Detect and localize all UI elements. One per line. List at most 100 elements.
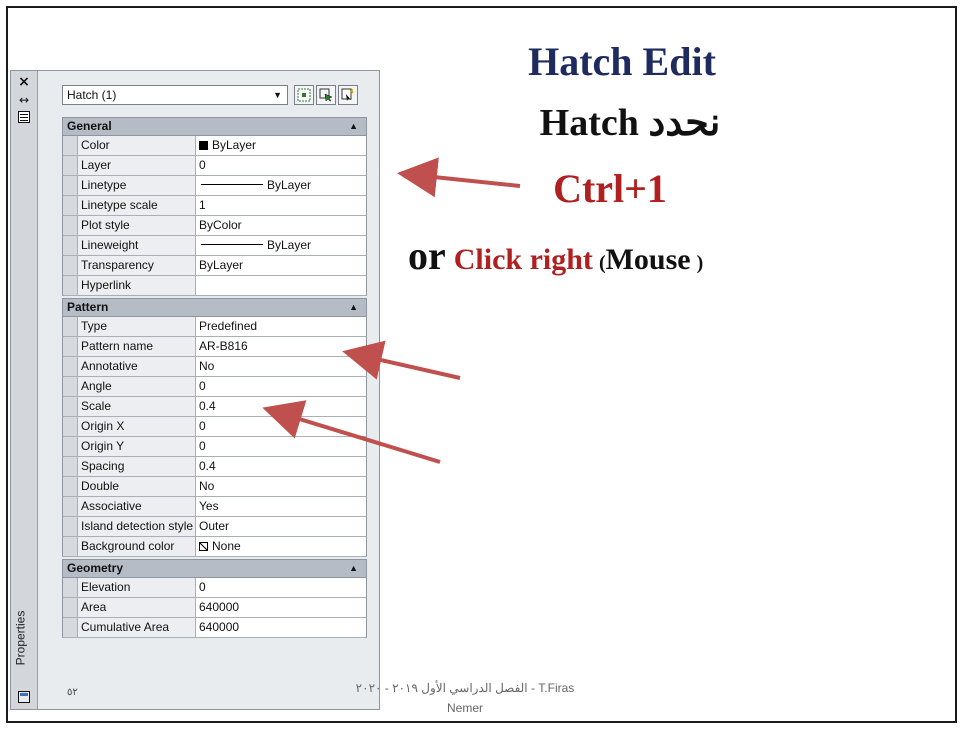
property-value-text: Yes xyxy=(199,499,219,513)
property-row[interactable]: Island detection style Outer xyxy=(62,517,367,537)
property-value[interactable]: 0 xyxy=(196,377,366,396)
property-name: Angle xyxy=(78,377,196,396)
mouse-word: Mouse xyxy=(605,243,691,276)
row-gutter xyxy=(63,256,78,275)
property-value[interactable]: No xyxy=(196,357,366,376)
property-row[interactable]: Spacing 0.4 xyxy=(62,457,367,477)
property-value[interactable]: 0 xyxy=(196,578,366,597)
hatch-select-line: Hatch نحدد xyxy=(539,102,721,144)
quick-select-icon xyxy=(341,88,354,101)
shortcut-line: Ctrl+1 xyxy=(553,166,667,211)
row-gutter xyxy=(63,477,78,496)
property-value-text: ByLayer xyxy=(199,258,244,272)
property-value[interactable]: 1 xyxy=(196,196,366,215)
property-name: Double xyxy=(78,477,196,496)
open-paren: ( xyxy=(598,252,606,274)
row-gutter xyxy=(63,578,78,597)
close-icon[interactable]: × xyxy=(17,75,31,89)
property-value-text: 0 xyxy=(199,580,206,594)
property-value-text: 0 xyxy=(199,439,206,453)
property-value[interactable]: 640000 xyxy=(196,598,366,617)
property-name: Origin Y xyxy=(78,437,196,456)
property-value-text: ByLayer xyxy=(267,178,312,192)
property-row[interactable]: Layer 0 xyxy=(62,156,367,176)
section-header[interactable]: Pattern ▲ xyxy=(62,298,367,317)
property-name: Hyperlink xyxy=(78,276,196,295)
property-row[interactable]: Origin Y0 xyxy=(62,437,367,457)
property-value[interactable]: None xyxy=(196,537,366,556)
palette-body: Hatch (1) ▼ General ▲ Color ByLayer Layer 0 Li… xyxy=(38,71,379,709)
property-name: Lineweight xyxy=(78,236,196,255)
alternative-line: or Click right (Mouse) xyxy=(408,232,703,279)
property-row[interactable]: Color ByLayer xyxy=(62,136,367,156)
property-value[interactable]: Yes xyxy=(196,497,366,516)
property-row[interactable]: Annotative No xyxy=(62,357,367,377)
property-value[interactable]: ByLayer xyxy=(196,236,366,255)
property-value-text: No xyxy=(199,359,215,373)
quick-select-button[interactable] xyxy=(338,85,358,105)
property-value[interactable]: 0 xyxy=(196,417,366,436)
row-gutter xyxy=(63,377,78,396)
select-objects-button[interactable] xyxy=(316,85,336,105)
property-value[interactable]: 0 xyxy=(196,156,366,175)
property-row[interactable]: Hyperlink xyxy=(62,276,367,296)
close-paren: ) xyxy=(696,252,704,274)
property-value[interactable]: ByLayer xyxy=(196,136,366,155)
property-value-text: ByColor xyxy=(199,218,242,232)
property-row[interactable]: Origin X0 xyxy=(62,417,367,437)
property-row[interactable]: Associative Yes xyxy=(62,497,367,517)
property-value[interactable]: Outer xyxy=(196,517,366,536)
row-gutter xyxy=(63,618,78,637)
property-row[interactable]: Scale 0.4 xyxy=(62,397,367,417)
row-gutter xyxy=(63,517,78,536)
row-gutter xyxy=(63,417,78,436)
auto-hide-icon[interactable]: ↔ xyxy=(17,93,31,107)
property-value-text: Outer xyxy=(199,519,230,533)
property-value-text: 640000 xyxy=(199,620,240,634)
or-word: or xyxy=(408,233,446,278)
chevron-up-icon: ▲ xyxy=(349,563,358,573)
property-grid: General ▲ Color ByLayer Layer 0 Linetype ByLaye… xyxy=(62,117,367,640)
property-row[interactable]: Linetype scale 1 xyxy=(62,196,367,216)
property-value[interactable]: Predefined xyxy=(196,317,366,336)
slide-footer: الفصل الدراسي الأول ٢٠١٩ - ٢٠٢٠ - T.Fira… xyxy=(355,681,575,715)
object-type-select[interactable]: Hatch (1) ▼ xyxy=(62,85,288,105)
property-row[interactable]: Area 640000 xyxy=(62,598,367,618)
properties-menu-icon[interactable] xyxy=(17,111,31,125)
property-value-text: ByLayer xyxy=(267,238,312,252)
property-value[interactable]: AR-B816 xyxy=(196,337,366,356)
row-gutter xyxy=(63,156,78,175)
property-value-text: 0.4 xyxy=(199,459,216,473)
property-value[interactable]: 0.4 xyxy=(196,397,366,416)
property-row[interactable]: Cumulative Area 640000 xyxy=(62,618,367,638)
property-row[interactable]: Type Predefined xyxy=(62,317,367,337)
section-header[interactable]: General ▲ xyxy=(62,117,367,136)
section-header-label: General xyxy=(67,119,112,133)
toggle-pickadd-button[interactable] xyxy=(294,85,314,105)
section-header[interactable]: Geometry ▲ xyxy=(62,559,367,578)
property-value[interactable]: 0 xyxy=(196,437,366,456)
property-row[interactable]: Angle 0 xyxy=(62,377,367,397)
palette-bottom-icon[interactable] xyxy=(17,691,31,705)
property-name: Associative xyxy=(78,497,196,516)
property-value[interactable]: No xyxy=(196,477,366,496)
property-row[interactable]: Pattern name AR-B816 xyxy=(62,337,367,357)
row-gutter xyxy=(63,276,78,295)
property-row[interactable]: Double No xyxy=(62,477,367,497)
property-value[interactable]: ByColor xyxy=(196,216,366,235)
property-row[interactable]: Lineweight ByLayer xyxy=(62,236,367,256)
property-value[interactable]: 640000 xyxy=(196,618,366,637)
section-pattern: Pattern ▲ Type Predefined Pattern name AR-B81… xyxy=(62,298,367,557)
property-value[interactable]: 0.4 xyxy=(196,457,366,476)
property-name: Area xyxy=(78,598,196,617)
property-value[interactable]: ByLayer xyxy=(196,176,366,195)
property-name: Pattern name xyxy=(78,337,196,356)
property-row[interactable]: Plot style ByColor xyxy=(62,216,367,236)
property-row[interactable]: Elevation 0 xyxy=(62,578,367,598)
property-value[interactable]: ByLayer xyxy=(196,256,366,275)
property-row[interactable]: Linetype ByLayer xyxy=(62,176,367,196)
property-row[interactable]: Background color None xyxy=(62,537,367,557)
property-row[interactable]: Transparency ByLayer xyxy=(62,256,367,276)
property-name: Island detection style xyxy=(78,517,196,536)
property-value[interactable] xyxy=(196,276,366,295)
